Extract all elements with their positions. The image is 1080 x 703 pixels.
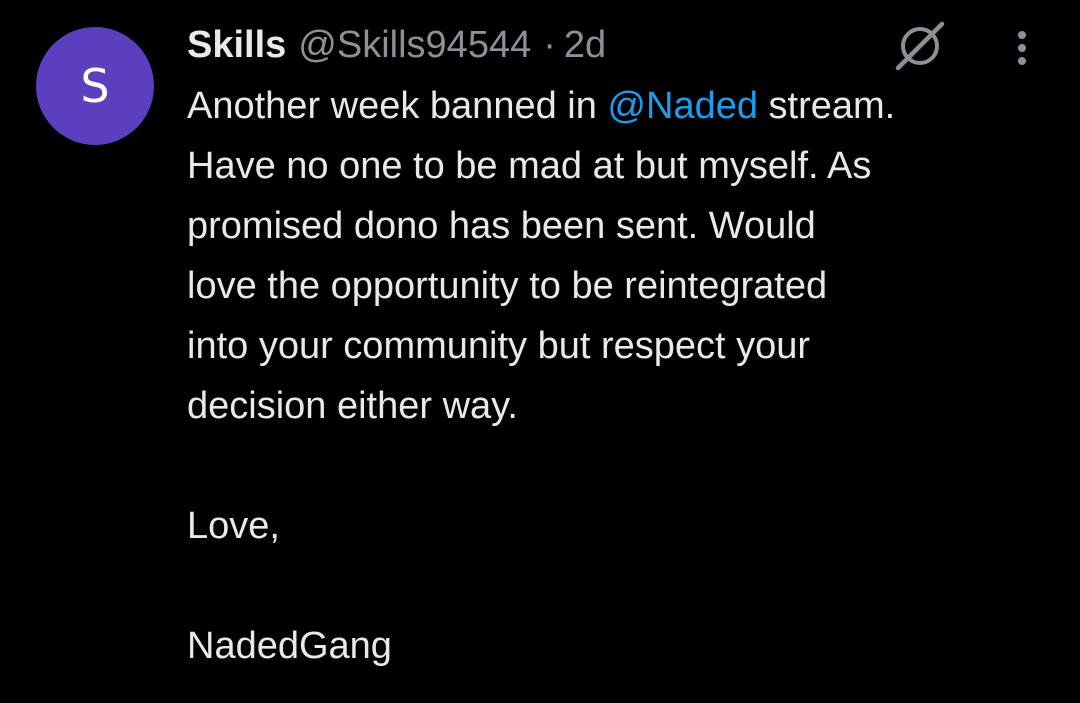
header-separator: · — [543, 24, 556, 66]
mention-link[interactable]: @Naded — [607, 85, 758, 127]
tweet-signature: NadedGang — [187, 625, 392, 667]
tweet-header: Skills @Skills94544 · 2d — [187, 20, 606, 70]
timestamp[interactable]: 2d — [564, 20, 606, 70]
tweet-line-5: into your community but respect your — [187, 325, 811, 367]
tweet-line-1: Another week banned in @Naded stream. — [187, 76, 1067, 136]
tweet-line-4: love the opportunity to be reintegrated — [187, 265, 828, 307]
tweet-text-segment: stream. — [757, 85, 896, 127]
display-name[interactable]: Skills — [187, 20, 286, 70]
tweet-signoff: Love, — [187, 505, 280, 547]
tweet: S Skills @Skills94544 · 2d Another week … — [0, 0, 1080, 703]
tweet-line-2: Have no one to be mad at but myself. As — [187, 145, 872, 187]
user-handle[interactable]: @Skills94544 — [298, 20, 531, 70]
avatar-letter: S — [80, 59, 110, 113]
tweet-line-6: decision either way. — [187, 385, 518, 427]
more-vertical-icon[interactable] — [1000, 26, 1044, 70]
tweet-line-3: promised dono has been sent. Would — [187, 205, 816, 247]
avatar[interactable]: S — [36, 27, 154, 145]
tweet-text: Another week banned in @Naded stream. Ha… — [187, 76, 1067, 676]
tweet-text-segment: Another week banned in — [187, 85, 608, 127]
grok-icon[interactable] — [888, 18, 952, 74]
